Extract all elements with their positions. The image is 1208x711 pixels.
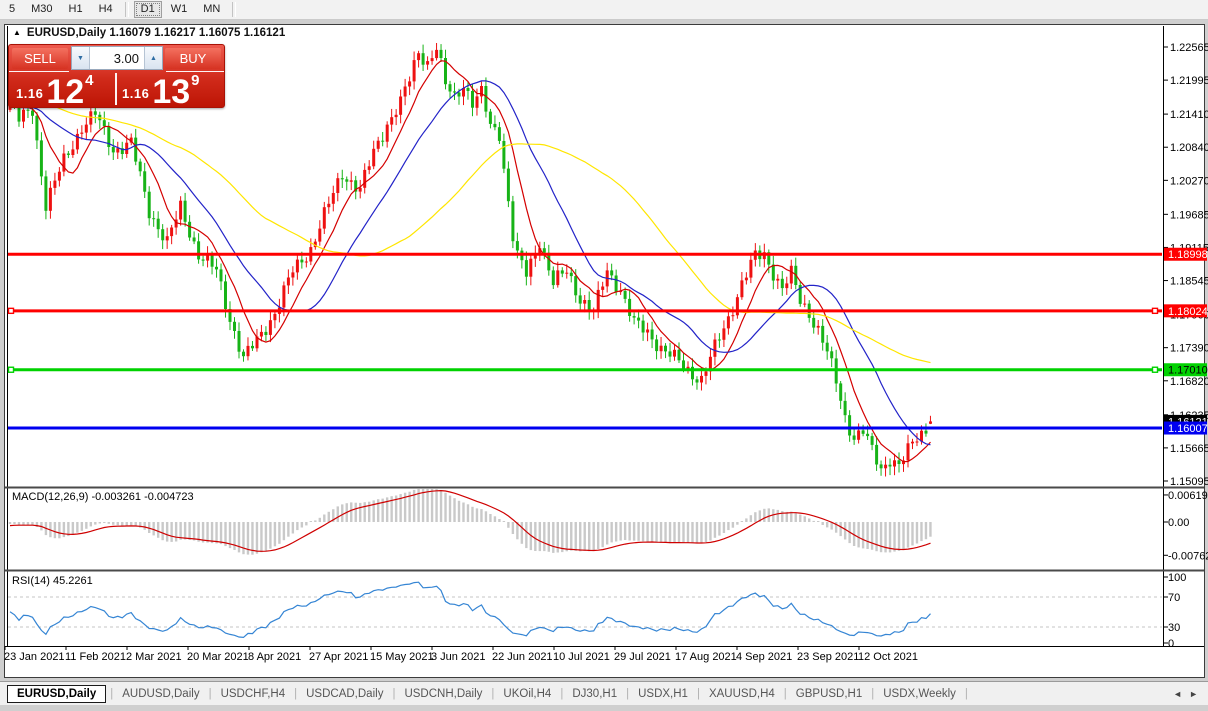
price-axis-label: 1.18545 <box>1170 276 1208 288</box>
date-axis-label: 3 Jun 2021 <box>431 651 485 663</box>
tabs-scroll-left-icon[interactable]: ◄ <box>1173 689 1182 699</box>
price-axis-label: 1.21995 <box>1170 75 1208 87</box>
tabs-scroll-right-icon[interactable]: ► <box>1189 689 1198 699</box>
timeframe-button-h1[interactable]: H1 <box>62 1 90 18</box>
rsi-axis-label: 0 <box>1168 638 1174 650</box>
chart-tab-usdchf[interactable]: USDCHF,H4 <box>212 685 295 703</box>
timeframe-button-d1[interactable]: D1 <box>134 1 162 18</box>
tab-scroll-buttons: ◄► <box>1173 689 1208 699</box>
macd-axis-label: 0.006193 <box>1168 490 1208 502</box>
date-axis-label: 23 Jan 2021 <box>4 651 65 663</box>
hline-price-label-text: 1.18998 <box>1168 249 1208 261</box>
sell-quote[interactable]: 1.16 12 4 <box>16 74 93 106</box>
up-triangle-icon: ▲ <box>13 29 21 37</box>
sell-price-prefix: 1.16 <box>16 86 43 101</box>
toolbar-separator <box>232 2 236 17</box>
volume-increase-button[interactable]: ▲ <box>144 47 162 69</box>
chart-tab-ukoil[interactable]: UKOil,H4 <box>494 685 560 703</box>
chart-window-border <box>5 25 1205 678</box>
price-axis-label: 1.22565 <box>1170 42 1208 54</box>
date-axis-label: 2 Mar 2021 <box>126 651 182 663</box>
macd-axis-label: 0.00 <box>1168 517 1189 529</box>
buy-quote[interactable]: 1.16 13 9 <box>122 74 199 106</box>
chart-title: ▲ EURUSD,Daily 1.16079 1.16217 1.16075 1… <box>13 27 285 39</box>
chart-tab-eurusd[interactable]: EURUSD,Daily <box>7 685 106 703</box>
hline-handle[interactable] <box>9 367 14 372</box>
hline-price-label-text: 1.18024 <box>1168 306 1208 318</box>
price-axis-label: 1.21410 <box>1170 109 1208 121</box>
macd-indicator-label: MACD(12,26,9) -0.003261 -0.004723 <box>12 491 194 503</box>
chart-tab-gbpusd[interactable]: GBPUSD,H1 <box>787 685 871 703</box>
price-axis-label: 1.16820 <box>1170 376 1208 388</box>
rsi-axis-label: 30 <box>1168 622 1180 634</box>
chart-tab-usdcad[interactable]: USDCAD,Daily <box>297 685 392 703</box>
toolbar-separator <box>125 2 129 17</box>
date-axis-label: 8 Apr 2021 <box>248 651 301 663</box>
date-axis-label: 12 Oct 2021 <box>858 651 918 663</box>
chart-tab-usdx[interactable]: USDX,H1 <box>629 685 697 703</box>
price-axis-label: 1.20840 <box>1170 142 1208 154</box>
date-axis-label: 20 Mar 2021 <box>187 651 249 663</box>
hline-handle[interactable] <box>9 308 14 313</box>
price-axis-label: 1.15095 <box>1170 476 1208 488</box>
date-axis-label: 29 Jul 2021 <box>614 651 671 663</box>
date-axis-label: 11 Feb 2021 <box>65 651 126 663</box>
chart-tab-usdcnh[interactable]: USDCNH,Daily <box>395 685 491 703</box>
sell-price-big: 12 <box>46 79 84 106</box>
chart-tab-dj30[interactable]: DJ30,H1 <box>563 685 626 703</box>
price-axis-label: 1.20270 <box>1170 175 1208 187</box>
date-axis-label: 15 May 2021 <box>370 651 434 663</box>
hline-handle[interactable] <box>1153 308 1158 313</box>
chart-tab-xauusd[interactable]: XAUUSD,H4 <box>700 685 784 703</box>
buy-button[interactable]: BUY <box>165 48 221 69</box>
date-axis-label: 22 Jun 2021 <box>492 651 553 663</box>
sell-price-pip: 4 <box>85 72 93 89</box>
rsi-axis-label: 70 <box>1168 592 1180 604</box>
buy-price-prefix: 1.16 <box>122 86 149 101</box>
rsi-axis-label: 100 <box>1168 572 1186 584</box>
rsi-indicator-label: RSI(14) 45.2261 <box>12 575 93 587</box>
volume-decrease-button[interactable]: ▼ <box>72 47 90 69</box>
timeframe-button-5[interactable]: 5 <box>2 1 22 18</box>
timeframe-button-m30[interactable]: M30 <box>24 1 59 18</box>
date-axis-label: 10 Jul 2021 <box>553 651 610 663</box>
timeframe-button-h4[interactable]: H4 <box>92 1 120 18</box>
date-axis-label: 27 Apr 2021 <box>309 651 368 663</box>
panel-divider <box>9 71 69 72</box>
panel-divider <box>115 73 117 105</box>
chart-tabs-bar: EURUSD,Daily|AUDUSD,Daily|USDCHF,H4|USDC… <box>0 681 1208 705</box>
timeframe-toolbar: 5M30H1H4 D1W1MN <box>0 0 1208 20</box>
buy-price-big: 13 <box>152 79 190 106</box>
macd-axis-label: -0.007621 <box>1168 550 1208 562</box>
price-axis-label: 1.15665 <box>1170 443 1208 455</box>
timeframe-button-w1[interactable]: W1 <box>164 1 195 18</box>
volume-input[interactable] <box>90 47 144 69</box>
hline-handle[interactable] <box>1153 367 1158 372</box>
volume-spinner: ▼ ▲ <box>71 46 163 70</box>
timeframe-button-mn[interactable]: MN <box>196 1 227 18</box>
hline-price-label-text: 1.16007 <box>1168 423 1208 435</box>
chart-tab-audusd[interactable]: AUDUSD,Daily <box>113 685 208 703</box>
price-axis-label: 1.19685 <box>1170 209 1208 221</box>
price-axis-label: 1.17390 <box>1170 343 1208 355</box>
hline-price-label-text: 1.17010 <box>1168 365 1208 377</box>
mt4-application: 5M30H1H4 D1W1MN 1.22565 1.21995 1.21410 1.20… <box>0 0 1208 711</box>
tab-separator: | <box>965 688 968 700</box>
sell-button[interactable]: SELL <box>12 48 68 69</box>
chart-tab-usdx[interactable]: USDX,Weekly <box>874 685 965 703</box>
date-axis-label: 4 Sep 2021 <box>736 651 792 663</box>
chart-title-text: EURUSD,Daily 1.16079 1.16217 1.16075 1.1… <box>27 27 285 39</box>
buy-price-pip: 9 <box>191 72 199 89</box>
date-axis-label: 23 Sep 2021 <box>797 651 859 663</box>
date-axis-label: 17 Aug 2021 <box>675 651 737 663</box>
one-click-trading-panel: SELL BUY ▼ ▲ 1.16 12 4 1.16 13 9 <box>8 44 225 108</box>
